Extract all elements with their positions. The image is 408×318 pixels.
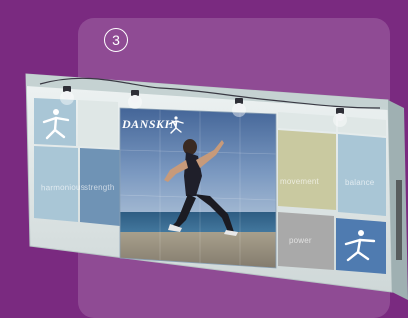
panel-word-strength: strength (84, 183, 115, 192)
tile-top-left-light (78, 100, 118, 148)
danskin-wordmark: DANSKIN (122, 117, 179, 131)
trade-show-booth (25, 73, 408, 300)
panel-word-movement: movement (280, 177, 319, 186)
tile-logo-right (336, 218, 386, 274)
panel-word-harmonious: harmonious (40, 182, 85, 193)
panel-word-balance: balance (345, 178, 375, 187)
side-strip (396, 180, 402, 260)
tile-balance (338, 134, 386, 216)
tile-movement (278, 130, 336, 210)
panel-word-power: power (289, 236, 312, 245)
